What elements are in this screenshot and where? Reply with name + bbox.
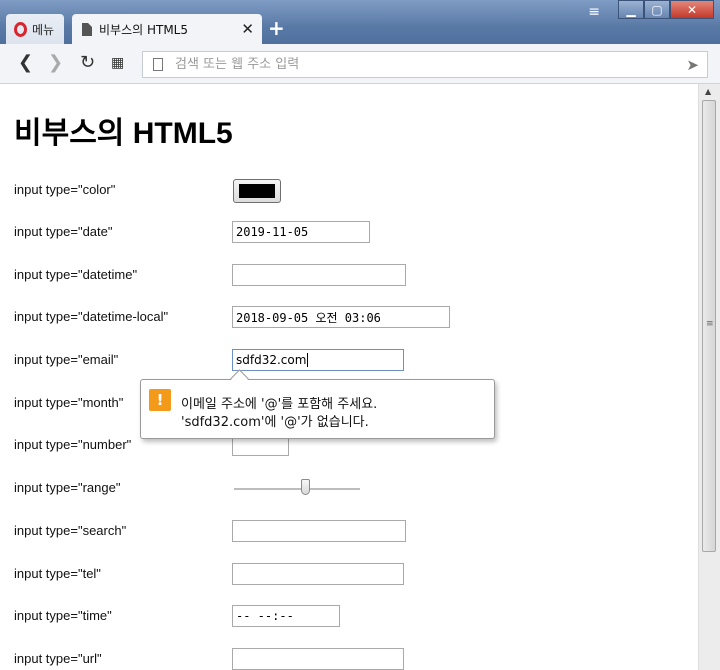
warning-icon: ! [149,389,171,411]
range-slider[interactable] [232,477,362,499]
range-thumb[interactable] [301,479,310,495]
row-date: input type="date" 2019-11-05 [14,221,674,245]
forward-arrow-icon[interactable]: ❯ [48,53,63,73]
page-title: 비부스의 HTML5 [14,117,233,150]
row-datetime: input type="datetime" [14,264,674,288]
row-label: input type="number" [14,437,132,452]
row-tel: input type="tel" [14,563,674,587]
scrollbar-thumb[interactable]: ≡ [702,100,716,552]
window-controls: ▁ ▢ ✕ [618,0,714,19]
menu-label: 메뉴 [32,22,55,37]
tab-close-icon[interactable]: ✕ [241,20,254,38]
row-label: input type="url" [14,651,102,666]
opera-menu-button[interactable]: 메뉴 [6,14,64,44]
document-icon [82,23,92,36]
address-bar[interactable]: ➤ [142,51,708,78]
url-input[interactable] [232,648,404,670]
color-swatch [239,184,275,198]
send-arrow-icon[interactable]: ➤ [686,56,699,74]
reload-icon[interactable]: ↻ [80,53,95,73]
row-range: input type="range" [14,477,674,501]
validation-tooltip: ! 이메일 주소에 '@'를 포함해 주세요. 'sdfd32.com'에 '@… [140,379,495,439]
minimize-button[interactable]: ▁ [618,0,644,19]
date-input[interactable]: 2019-11-05 [232,221,370,243]
row-label: input type="datetime-local" [14,309,169,324]
row-label: input type="date" [14,224,113,239]
row-color: input type="color" [14,179,674,203]
opera-logo-icon [14,21,27,37]
address-input[interactable] [173,56,687,73]
row-search: input type="search" [14,520,674,544]
range-track [234,488,360,490]
row-label: input type="email" [14,352,119,367]
row-label: input type="tel" [14,566,101,581]
browser-toolbar: ❮ ❯ ↻ ▦ ➤ [0,44,720,84]
scroll-up-icon[interactable]: ▲ [705,87,711,96]
row-label: input type="range" [14,480,121,495]
tel-input[interactable] [232,563,404,585]
search-input[interactable] [232,520,406,542]
datetime-local-input[interactable]: 2018-09-05 오전 03:06 [232,306,450,328]
color-picker-button[interactable] [233,179,281,203]
page-content: 비부스의 HTML5 input type="color" input type… [0,84,698,670]
datetime-input[interactable] [232,264,406,286]
text-caret [307,353,309,367]
row-datetime-local: input type="datetime-local" 2018-09-05 오… [14,306,674,330]
row-url: input type="url" [14,648,674,670]
email-input[interactable]: sdfd32.com [232,349,404,371]
row-label: input type="time" [14,608,112,623]
tab-grid-icon[interactable]: ▦ [111,53,124,73]
row-label: input type="color" [14,182,116,197]
row-label: input type="search" [14,523,127,538]
tab-title: 비부스의 HTML5 [99,23,189,37]
row-label: input type="month" [14,395,124,410]
grip-icon: ≡ [706,319,714,329]
maximize-button[interactable]: ▢ [644,0,670,19]
row-time: input type="time" -- --:-- [14,605,674,629]
tooltip-detail: 'sdfd32.com'에 '@'가 없습니다. [181,415,369,430]
page-icon [153,58,163,71]
back-arrow-icon[interactable]: ❮ [18,53,33,73]
vertical-scrollbar[interactable]: ▲ ≡ [698,84,720,670]
time-input[interactable]: -- --:-- [232,605,340,627]
close-window-button[interactable]: ✕ [670,0,714,19]
title-bar: 메뉴 비부스의 HTML5 ✕ + ≡ ▁ ▢ ✕ [0,0,720,45]
tooltip-message: 이메일 주소에 '@'를 포함해 주세요. [181,397,378,412]
easy-setup-icon[interactable]: ≡ [588,4,600,20]
row-email: input type="email" sdfd32.com [14,349,674,373]
tab-active[interactable]: 비부스의 HTML5 ✕ [72,14,262,45]
new-tab-button[interactable]: + [268,16,285,40]
row-label: input type="datetime" [14,267,138,282]
